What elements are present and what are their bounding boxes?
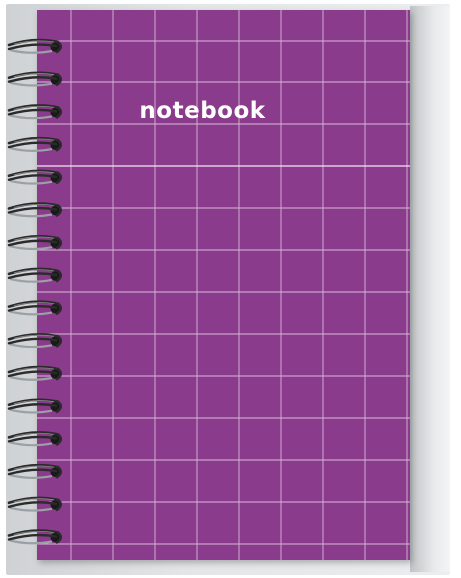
spiral-ring — [7, 463, 63, 479]
notebook-cover — [37, 10, 410, 560]
spiral-ring — [7, 496, 63, 512]
spiral-ring — [7, 104, 63, 120]
spiral-ring — [7, 71, 63, 87]
notebook-illustration: notebook — [0, 0, 461, 578]
spiral-ring — [7, 431, 63, 447]
spiral-ring — [7, 333, 63, 349]
spiral-ring — [7, 365, 63, 381]
cover-grid-pattern — [37, 10, 410, 560]
spiral-ring — [7, 38, 63, 54]
spiral-ring — [7, 267, 63, 283]
spiral-ring — [7, 136, 63, 152]
spiral-ring — [7, 300, 63, 316]
spiral-ring — [7, 398, 63, 414]
spiral-ring — [7, 234, 63, 251]
page-edge — [410, 6, 450, 572]
spiral-binding — [7, 38, 63, 545]
spiral-ring — [7, 169, 63, 185]
spiral-ring — [7, 202, 63, 218]
spiral-ring — [7, 529, 63, 545]
